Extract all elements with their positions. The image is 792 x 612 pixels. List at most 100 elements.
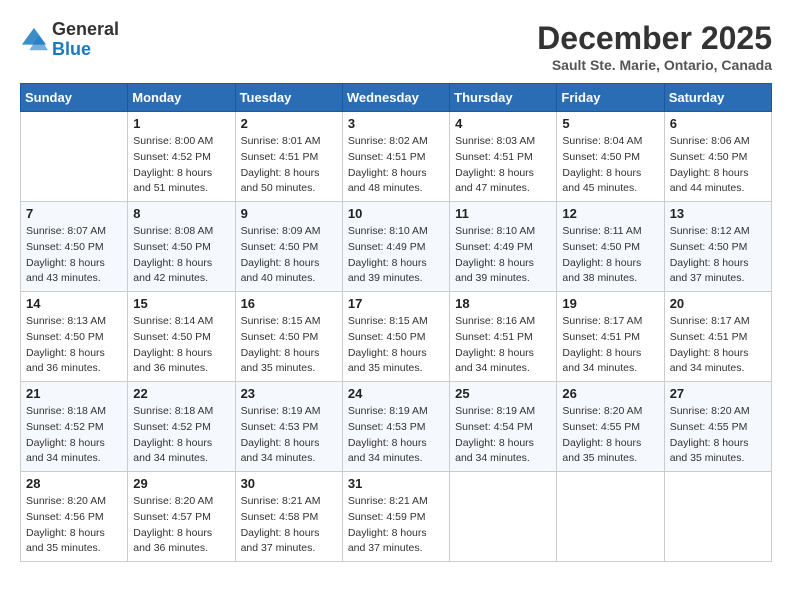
- calendar-cell: 23 Sunrise: 8:19 AM Sunset: 4:53 PM Dayli…: [235, 382, 342, 472]
- title-area: December 2025 Sault Ste. Marie, Ontario,…: [537, 20, 772, 73]
- day-info: Sunrise: 8:20 AM Sunset: 4:56 PM Dayligh…: [26, 494, 122, 557]
- day-info: Sunrise: 8:21 AM Sunset: 4:58 PM Dayligh…: [241, 494, 337, 557]
- day-info: Sunrise: 8:03 AM Sunset: 4:51 PM Dayligh…: [455, 134, 551, 197]
- day-info: Sunrise: 8:04 AM Sunset: 4:50 PM Dayligh…: [562, 134, 658, 197]
- calendar-cell: 8 Sunrise: 8:08 AM Sunset: 4:50 PM Daylig…: [128, 202, 235, 292]
- day-info: Sunrise: 8:14 AM Sunset: 4:50 PM Dayligh…: [133, 314, 229, 377]
- day-number: 28: [26, 476, 122, 491]
- weekday-header: Sunday: [21, 84, 128, 112]
- day-number: 19: [562, 296, 658, 311]
- day-info: Sunrise: 8:10 AM Sunset: 4:49 PM Dayligh…: [455, 224, 551, 287]
- calendar-cell: 21Sunrise: 8:18 AM Sunset: 4:52 PM Dayli…: [21, 382, 128, 472]
- calendar-cell: [664, 472, 771, 562]
- day-number: 1: [133, 116, 229, 131]
- logo-blue: Blue: [52, 39, 91, 59]
- day-number: 17: [348, 296, 444, 311]
- day-info: Sunrise: 8:17 AM Sunset: 4:51 PM Dayligh…: [562, 314, 658, 377]
- calendar-cell: 6Sunrise: 8:06 AM Sunset: 4:50 PM Daylig…: [664, 112, 771, 202]
- day-number: 15: [133, 296, 229, 311]
- calendar-cell: 17 Sunrise: 8:15 AM Sunset: 4:50 PM Dayli…: [342, 292, 449, 382]
- calendar-cell: 27 Sunrise: 8:20 AM Sunset: 4:55 PM Dayli…: [664, 382, 771, 472]
- weekday-header: Friday: [557, 84, 664, 112]
- calendar-table: SundayMondayTuesdayWednesdayThursdayFrid…: [20, 83, 772, 562]
- location-title: Sault Ste. Marie, Ontario, Canada: [537, 57, 772, 73]
- weekday-header: Thursday: [450, 84, 557, 112]
- day-info: Sunrise: 8:01 AM Sunset: 4:51 PM Dayligh…: [241, 134, 337, 197]
- calendar-cell: 7 Sunrise: 8:07 AM Sunset: 4:50 PM Daylig…: [21, 202, 128, 292]
- calendar-cell: 11 Sunrise: 8:10 AM Sunset: 4:49 PM Dayli…: [450, 202, 557, 292]
- calendar-cell: 30 Sunrise: 8:21 AM Sunset: 4:58 PM Dayli…: [235, 472, 342, 562]
- day-number: 11: [455, 206, 551, 221]
- calendar-cell: 29Sunrise: 8:20 AM Sunset: 4:57 PM Dayli…: [128, 472, 235, 562]
- day-info: Sunrise: 8:19 AM Sunset: 4:53 PM Dayligh…: [348, 404, 444, 467]
- calendar-week-row: 7 Sunrise: 8:07 AM Sunset: 4:50 PM Daylig…: [21, 202, 772, 292]
- day-number: 5: [562, 116, 658, 131]
- day-number: 8: [133, 206, 229, 221]
- calendar-cell: 4 Sunrise: 8:03 AM Sunset: 4:51 PM Daylig…: [450, 112, 557, 202]
- calendar-cell: 12 Sunrise: 8:11 AM Sunset: 4:50 PM Dayli…: [557, 202, 664, 292]
- day-number: 10: [348, 206, 444, 221]
- weekday-header-row: SundayMondayTuesdayWednesdayThursdayFrid…: [21, 84, 772, 112]
- logo: General Blue: [20, 20, 119, 60]
- calendar-cell: 19 Sunrise: 8:17 AM Sunset: 4:51 PM Dayli…: [557, 292, 664, 382]
- calendar-cell: 24 Sunrise: 8:19 AM Sunset: 4:53 PM Dayli…: [342, 382, 449, 472]
- day-number: 20: [670, 296, 766, 311]
- day-number: 16: [241, 296, 337, 311]
- calendar-cell: 28 Sunrise: 8:20 AM Sunset: 4:56 PM Dayli…: [21, 472, 128, 562]
- day-info: Sunrise: 8:15 AM Sunset: 4:50 PM Dayligh…: [348, 314, 444, 377]
- calendar-cell: 9Sunrise: 8:09 AM Sunset: 4:50 PM Daylig…: [235, 202, 342, 292]
- calendar-cell: 10 Sunrise: 8:10 AM Sunset: 4:49 PM Dayli…: [342, 202, 449, 292]
- day-number: 29: [133, 476, 229, 491]
- calendar-cell: 13Sunrise: 8:12 AM Sunset: 4:50 PM Dayli…: [664, 202, 771, 292]
- calendar-cell: 2 Sunrise: 8:01 AM Sunset: 4:51 PM Daylig…: [235, 112, 342, 202]
- weekday-header: Wednesday: [342, 84, 449, 112]
- calendar-cell: [450, 472, 557, 562]
- calendar-cell: [21, 112, 128, 202]
- calendar-cell: 1Sunrise: 8:00 AM Sunset: 4:52 PM Daylig…: [128, 112, 235, 202]
- calendar-cell: 25 Sunrise: 8:19 AM Sunset: 4:54 PM Dayli…: [450, 382, 557, 472]
- day-info: Sunrise: 8:17 AM Sunset: 4:51 PM Dayligh…: [670, 314, 766, 377]
- calendar-week-row: 28 Sunrise: 8:20 AM Sunset: 4:56 PM Dayli…: [21, 472, 772, 562]
- calendar-cell: 22 Sunrise: 8:18 AM Sunset: 4:52 PM Dayli…: [128, 382, 235, 472]
- day-info: Sunrise: 8:08 AM Sunset: 4:50 PM Dayligh…: [133, 224, 229, 287]
- day-info: Sunrise: 8:18 AM Sunset: 4:52 PM Dayligh…: [26, 404, 122, 467]
- day-info: Sunrise: 8:15 AM Sunset: 4:50 PM Dayligh…: [241, 314, 337, 377]
- day-info: Sunrise: 8:07 AM Sunset: 4:50 PM Dayligh…: [26, 224, 122, 287]
- page-header: General Blue December 2025 Sault Ste. Ma…: [20, 20, 772, 73]
- day-number: 6: [670, 116, 766, 131]
- day-number: 26: [562, 386, 658, 401]
- day-number: 13: [670, 206, 766, 221]
- day-number: 3: [348, 116, 444, 131]
- day-number: 2: [241, 116, 337, 131]
- day-info: Sunrise: 8:19 AM Sunset: 4:53 PM Dayligh…: [241, 404, 337, 467]
- day-info: Sunrise: 8:10 AM Sunset: 4:49 PM Dayligh…: [348, 224, 444, 287]
- day-number: 30: [241, 476, 337, 491]
- day-number: 7: [26, 206, 122, 221]
- day-info: Sunrise: 8:09 AM Sunset: 4:50 PM Dayligh…: [241, 224, 337, 287]
- day-number: 18: [455, 296, 551, 311]
- day-info: Sunrise: 8:16 AM Sunset: 4:51 PM Dayligh…: [455, 314, 551, 377]
- day-info: Sunrise: 8:20 AM Sunset: 4:55 PM Dayligh…: [670, 404, 766, 467]
- day-info: Sunrise: 8:18 AM Sunset: 4:52 PM Dayligh…: [133, 404, 229, 467]
- calendar-cell: 18 Sunrise: 8:16 AM Sunset: 4:51 PM Dayli…: [450, 292, 557, 382]
- day-number: 25: [455, 386, 551, 401]
- calendar-week-row: 14 Sunrise: 8:13 AM Sunset: 4:50 PM Dayli…: [21, 292, 772, 382]
- calendar-week-row: 1Sunrise: 8:00 AM Sunset: 4:52 PM Daylig…: [21, 112, 772, 202]
- day-info: Sunrise: 8:13 AM Sunset: 4:50 PM Dayligh…: [26, 314, 122, 377]
- day-info: Sunrise: 8:19 AM Sunset: 4:54 PM Dayligh…: [455, 404, 551, 467]
- day-number: 4: [455, 116, 551, 131]
- logo-icon: [20, 26, 48, 54]
- day-number: 12: [562, 206, 658, 221]
- weekday-header: Monday: [128, 84, 235, 112]
- calendar-cell: 20 Sunrise: 8:17 AM Sunset: 4:51 PM Dayli…: [664, 292, 771, 382]
- day-number: 27: [670, 386, 766, 401]
- day-number: 31: [348, 476, 444, 491]
- day-number: 24: [348, 386, 444, 401]
- calendar-cell: 26Sunrise: 8:20 AM Sunset: 4:55 PM Dayli…: [557, 382, 664, 472]
- day-number: 14: [26, 296, 122, 311]
- day-number: 23: [241, 386, 337, 401]
- calendar-cell: 31Sunrise: 8:21 AM Sunset: 4:59 PM Dayli…: [342, 472, 449, 562]
- day-info: Sunrise: 8:11 AM Sunset: 4:50 PM Dayligh…: [562, 224, 658, 287]
- day-number: 22: [133, 386, 229, 401]
- calendar-week-row: 21Sunrise: 8:18 AM Sunset: 4:52 PM Dayli…: [21, 382, 772, 472]
